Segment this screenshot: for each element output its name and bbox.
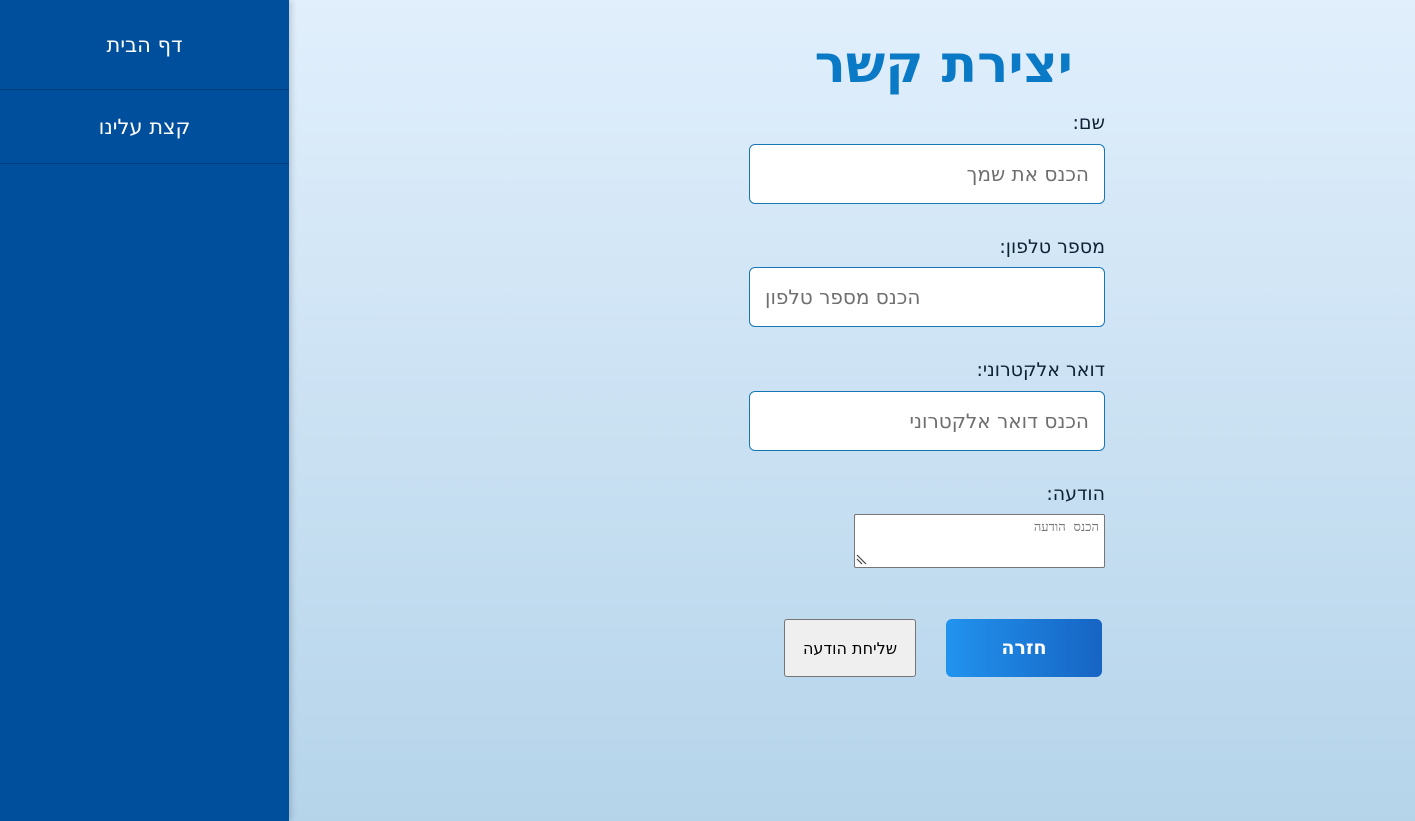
- phone-input[interactable]: [749, 267, 1105, 327]
- page-title: יצירת קשר: [814, 35, 1073, 95]
- sidebar-item-about[interactable]: קצת עלינו: [0, 90, 289, 164]
- email-label: דואר אלקטרוני:: [976, 359, 1105, 381]
- sidebar: דף הבית קצת עלינו: [0, 0, 289, 821]
- sidebar-item-home[interactable]: דף הבית: [0, 0, 289, 90]
- message-label: הודעה:: [1046, 483, 1105, 505]
- name-label: שם:: [1072, 112, 1105, 134]
- sidebar-item-label: קצת עלינו: [98, 114, 191, 139]
- contact-page: דף הבית קצת עלינו יצירת קשר שם: מספר טלפ…: [0, 0, 1415, 821]
- message-textarea[interactable]: [854, 514, 1105, 568]
- send-message-button[interactable]: שליחת הודעה: [784, 619, 916, 677]
- back-button[interactable]: חזרה: [946, 619, 1102, 677]
- phone-label: מספר טלפון:: [999, 236, 1105, 258]
- name-input[interactable]: [749, 144, 1105, 204]
- email-input[interactable]: [749, 391, 1105, 451]
- sidebar-item-label: דף הבית: [106, 32, 183, 57]
